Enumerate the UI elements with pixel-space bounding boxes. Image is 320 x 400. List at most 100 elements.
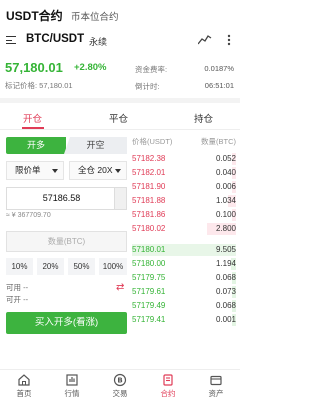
tab-coin-contract[interactable]: 币本位合约 [71, 9, 119, 23]
ask-qty: 1.034 [215, 196, 236, 205]
bid-qty: 0.068 [215, 273, 236, 282]
ask-price: 57181.86 [132, 210, 166, 219]
funding-rate-value: 0.0187% [204, 64, 234, 73]
menu-icon[interactable] [6, 35, 16, 45]
nav-trade-label: 交易 [112, 389, 128, 398]
chevron-down-icon [115, 169, 121, 173]
price-stepper[interactable] [114, 188, 126, 209]
openable-amount: 可开 -- [6, 295, 29, 304]
quantity-input[interactable]: 数量(BTC) [6, 231, 127, 252]
nav-home-label: 首页 [16, 389, 32, 398]
bid-qty: 0.068 [215, 301, 236, 310]
ticker-panel: 57,180.01 +2.80% 标记价格: 57,180.01 资金费率: 0… [0, 58, 240, 94]
countdown-value: 06:51:01 [204, 81, 234, 90]
percent-10-button[interactable]: 10% [6, 258, 33, 275]
price-change: +2.80% [74, 62, 107, 73]
more-icon[interactable] [224, 34, 234, 46]
tab-positions[interactable]: 持仓 [194, 111, 213, 125]
price-input-value: 57186.58 [42, 193, 81, 203]
leverage-select[interactable]: 全仓 20X [69, 161, 127, 180]
leverage-value: 全仓 20X [78, 165, 113, 175]
nav-assets[interactable]: 资产 [192, 372, 240, 400]
bid-price: 57179.61 [132, 287, 166, 296]
nav-trade[interactable]: B 交易 [96, 372, 144, 400]
transfer-icon[interactable]: ⇄ [116, 283, 124, 293]
nav-contract-label: 合约 [160, 389, 176, 398]
ask-qty: 0.006 [215, 182, 236, 191]
ask-row[interactable]: 57181.90 0.006 [132, 180, 236, 194]
bid-row[interactable]: 57179.41 0.001 [132, 313, 236, 327]
nav-market[interactable]: 行情 [48, 372, 96, 400]
open-long-button[interactable]: 开多 [6, 137, 66, 154]
contract-type-label: 永续 [89, 37, 108, 47]
tab-usdt-contract[interactable]: USDT合约 [6, 7, 63, 24]
kline-chart-icon[interactable] [198, 33, 212, 45]
ask-qty: 0.040 [215, 168, 236, 177]
bid-price: 57179.75 [132, 273, 166, 282]
bid-row[interactable]: 57180.00 1.194 [132, 257, 236, 271]
percent-20-button[interactable]: 20% [37, 258, 64, 275]
ask-row[interactable]: 57180.02 2.800 [132, 222, 236, 236]
ask-qty: 0.100 [215, 210, 236, 219]
mark-price: 标记价格: 57,180.01 [5, 81, 73, 90]
open-short-button[interactable]: 开空 [64, 137, 127, 154]
position-tabs: 开仓 平仓 持仓 [0, 103, 240, 130]
price-cny-approx: ≈ ¥ 367709.70 [6, 212, 51, 219]
quantity-placeholder: 数量(BTC) [47, 237, 86, 246]
chevron-down-icon [52, 169, 58, 173]
ask-row[interactable]: 57181.88 1.034 [132, 194, 236, 208]
ask-price: 57180.02 [132, 224, 166, 233]
svg-text:B: B [117, 377, 122, 385]
funding-rate-label: 资金费率: [135, 65, 168, 74]
ask-row[interactable]: 57182.38 0.052 [132, 152, 236, 166]
bid-price: 57180.01 [132, 245, 166, 254]
assets-icon [210, 375, 222, 386]
bid-price: 57180.00 [132, 259, 166, 268]
ask-price: 57182.01 [132, 168, 166, 177]
available-balance: 可用 -- [6, 283, 29, 292]
active-tab-underline [22, 127, 44, 129]
ask-row[interactable]: 57182.01 0.040 [132, 166, 236, 180]
percent-50-button[interactable]: 50% [68, 258, 95, 275]
bid-qty: 0.001 [215, 315, 236, 324]
symbol-name[interactable]: BTC/USDT [26, 33, 84, 45]
contract-icon [163, 374, 173, 386]
buy-long-button[interactable]: 买入开多(看涨) [6, 312, 127, 334]
market-icon [66, 374, 78, 386]
ask-price: 57181.90 [132, 182, 166, 191]
long-short-toggle: 开多 开空 [6, 137, 127, 154]
bid-qty: 9.505 [215, 245, 236, 254]
bid-price: 57179.41 [132, 315, 166, 324]
tab-open[interactable]: 开仓 [23, 111, 42, 125]
last-price: 57,180.01 [5, 60, 63, 75]
bid-qty: 0.073 [215, 287, 236, 296]
bid-row[interactable]: 57180.01 9.505 [132, 243, 236, 257]
order-type-select[interactable]: 限价单 [6, 161, 64, 180]
nav-contract[interactable]: 合约 [144, 372, 192, 400]
nav-market-label: 行情 [64, 389, 80, 398]
tab-close[interactable]: 平仓 [109, 111, 128, 125]
symbol-bar: BTC/USDT 永续 [0, 28, 240, 52]
bid-qty: 1.194 [215, 259, 236, 268]
bid-price: 57179.49 [132, 301, 166, 310]
contract-type-tabs: USDT合约 币本位合约 [0, 0, 240, 28]
order-type-value: 限价单 [15, 165, 41, 175]
nav-assets-label: 资产 [208, 389, 224, 398]
bid-row[interactable]: 57179.49 0.068 [132, 299, 236, 313]
ask-price: 57182.38 [132, 154, 166, 163]
trade-icon: B [113, 373, 127, 387]
nav-home[interactable]: 首页 [0, 372, 48, 400]
home-icon [18, 374, 30, 386]
bottom-nav: 首页 行情 B 交易 合约 资产 [0, 369, 240, 400]
bid-row[interactable]: 57179.75 0.068 [132, 271, 236, 285]
orderbook-price-header: 价格(USDT) [132, 137, 173, 146]
price-input[interactable]: 57186.58 [6, 187, 127, 210]
ask-price: 57181.88 [132, 196, 166, 205]
orderbook-header: 价格(USDT) 数量(BTC) [132, 136, 236, 148]
percent-buttons: 10% 20% 50% 100% [6, 258, 127, 275]
percent-100-button[interactable]: 100% [99, 258, 127, 275]
orderbook-qty-header: 数量(BTC) [201, 137, 236, 146]
ask-row[interactable]: 57181.86 0.100 [132, 208, 236, 222]
bid-row[interactable]: 57179.61 0.073 [132, 285, 236, 299]
countdown-label: 倒计时: [135, 82, 160, 91]
